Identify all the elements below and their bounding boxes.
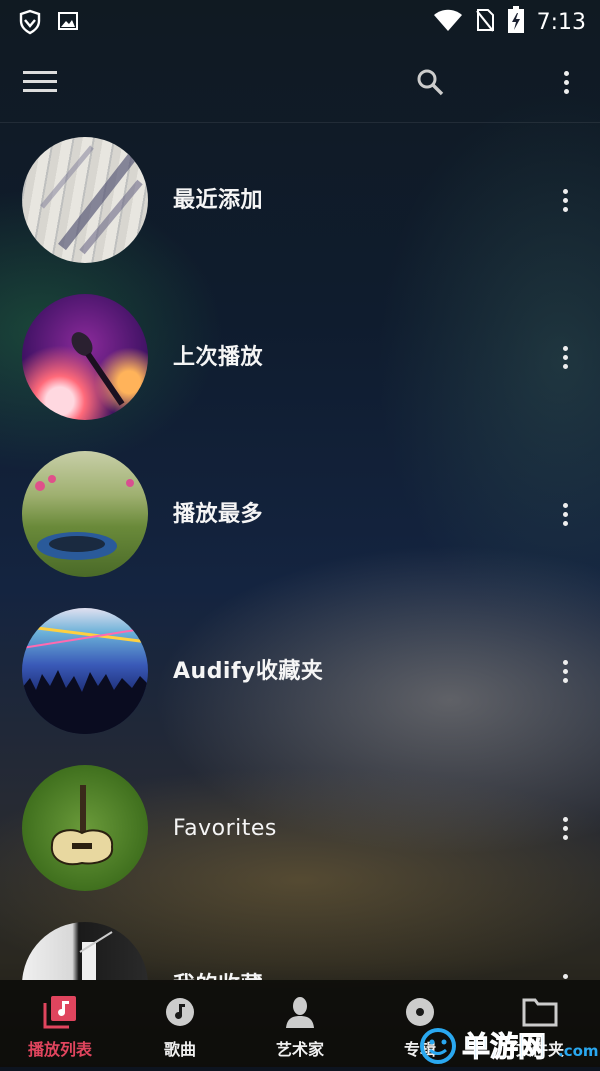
playlist-label: Favorites xyxy=(173,816,277,841)
no-sim-icon xyxy=(475,7,495,37)
nav-label: 艺术家 xyxy=(275,1040,324,1059)
toolbar xyxy=(0,52,600,114)
row-more-button[interactable] xyxy=(550,341,580,373)
playlist-thumbnail xyxy=(22,294,148,420)
playlist-label: 播放最多 xyxy=(173,502,264,527)
nav-label: 播放列表 xyxy=(27,1040,92,1059)
row-more-button[interactable] xyxy=(550,969,580,980)
more-vert-icon xyxy=(562,345,568,369)
playlist-icon xyxy=(40,994,80,1030)
svg-text:单游网: 单游网 xyxy=(462,1030,546,1063)
playlist-thumbnail xyxy=(22,137,148,263)
row-more-button[interactable] xyxy=(550,812,580,844)
more-options-button[interactable] xyxy=(546,62,586,102)
nav-tab-playlists[interactable]: 播放列表 xyxy=(0,980,120,1067)
playlist-label: 上次播放 xyxy=(173,345,264,370)
playlist-list[interactable]: 最近添加 上次播放 播放最多 Audify收藏夹 Favorites xyxy=(0,122,600,980)
more-vert-icon xyxy=(562,188,568,212)
playlist-label: Audify收藏夹 xyxy=(173,659,324,684)
playlist-row[interactable]: 我的收藏 xyxy=(0,907,600,980)
more-vert-icon xyxy=(563,70,569,94)
music-disc-icon xyxy=(160,994,200,1030)
site-watermark: 单游网 .com xyxy=(418,1022,600,1067)
svg-text:.com: .com xyxy=(558,1042,599,1060)
image-icon xyxy=(56,9,80,39)
menu-button[interactable] xyxy=(20,62,60,102)
status-bar: 7:13 xyxy=(0,0,600,44)
more-vert-icon xyxy=(562,502,568,526)
row-more-button[interactable] xyxy=(550,498,580,530)
search-button[interactable] xyxy=(410,62,450,102)
nav-tab-artists[interactable]: 艺术家 xyxy=(240,980,360,1067)
playlist-thumbnail xyxy=(22,608,148,734)
playlist-label: 最近添加 xyxy=(173,188,264,213)
playlist-thumbnail xyxy=(22,451,148,577)
row-more-button[interactable] xyxy=(550,184,580,216)
playlist-row[interactable]: 播放最多 xyxy=(0,436,600,593)
playlist-row[interactable]: Favorites xyxy=(0,750,600,907)
shield-icon xyxy=(18,9,42,39)
artist-icon xyxy=(280,994,320,1030)
playlist-row[interactable]: 最近添加 xyxy=(0,122,600,279)
search-icon xyxy=(417,69,444,96)
wifi-icon xyxy=(433,8,463,36)
playlist-thumbnail xyxy=(22,922,148,980)
playlist-label: 我的收藏 xyxy=(173,907,263,980)
playlist-row[interactable]: Audify收藏夹 xyxy=(0,593,600,750)
clock: 7:13 xyxy=(536,9,586,35)
nav-tab-songs[interactable]: 歌曲 xyxy=(120,980,240,1067)
more-vert-icon xyxy=(562,659,568,683)
playlist-thumbnail xyxy=(22,765,148,891)
row-more-button[interactable] xyxy=(550,655,580,687)
nav-label: 歌曲 xyxy=(163,1040,196,1059)
playlist-row[interactable]: 上次播放 xyxy=(0,279,600,436)
more-vert-icon xyxy=(562,816,568,840)
battery-charging-icon xyxy=(507,6,525,38)
menu-icon xyxy=(23,71,57,92)
